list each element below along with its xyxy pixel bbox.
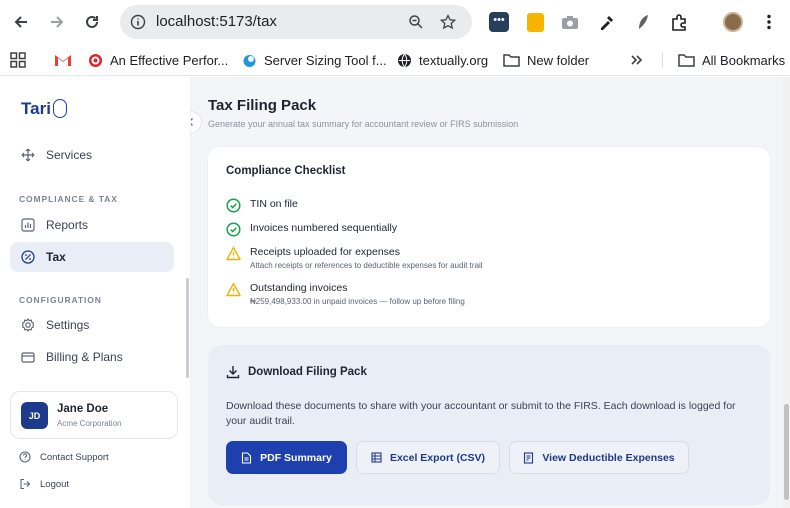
reload-icon bbox=[86, 15, 98, 28]
all-bookmarks[interactable]: All Bookmarks bbox=[678, 51, 785, 69]
credit-card-icon bbox=[21, 352, 35, 363]
user-card[interactable]: JD Jane Doe Acme Corporation bbox=[10, 391, 178, 439]
browser-toolbar: localhost:5173/tax ••• bbox=[0, 0, 790, 44]
sidebar: Tari Services COMPLIANCE & TAX Reports T… bbox=[0, 77, 191, 508]
app-logo[interactable]: Tari bbox=[21, 98, 67, 119]
contact-support-link[interactable]: Contact Support bbox=[19, 451, 109, 463]
more-menu-icon[interactable] bbox=[758, 11, 780, 33]
feather-icon[interactable] bbox=[632, 11, 654, 33]
sidebar-scrollbar[interactable] bbox=[186, 278, 189, 378]
view-deductible-expenses-button[interactable]: View Deductible Expenses bbox=[509, 441, 689, 474]
bookmarks-divider bbox=[662, 52, 663, 68]
back-button[interactable] bbox=[9, 10, 33, 34]
url-text: localhost:5173/tax bbox=[156, 13, 277, 30]
puzzle-icon[interactable] bbox=[668, 11, 690, 33]
page-title: Tax Filing Pack bbox=[208, 97, 317, 114]
check-circle-icon bbox=[226, 198, 241, 213]
arrow-right-icon bbox=[51, 16, 64, 28]
sidebar-item-services[interactable]: Services bbox=[10, 140, 174, 170]
reload-button[interactable] bbox=[80, 10, 104, 34]
bookmarks-bar: An Effective Perfor... Server Sizing Too… bbox=[0, 44, 790, 76]
logout-icon bbox=[20, 478, 31, 490]
gear-icon bbox=[21, 318, 35, 332]
percent-badge-icon bbox=[21, 250, 35, 264]
sidebar-item-settings[interactable]: Settings bbox=[10, 310, 174, 340]
sidebar-item-reports[interactable]: Reports bbox=[10, 210, 174, 240]
folder-icon bbox=[678, 54, 695, 67]
bookmark-1[interactable]: An Effective Perfor... bbox=[88, 51, 228, 69]
check-circle-icon bbox=[226, 222, 241, 237]
checklist-item: TIN on file bbox=[226, 198, 298, 213]
user-org: Acme Corporation bbox=[57, 419, 122, 428]
excel-export-button[interactable]: Excel Export (CSV) bbox=[356, 441, 500, 474]
checklist-item: Invoices numbered sequentially bbox=[226, 222, 397, 237]
checklist-item: Outstanding invoices ₦259,498,933.00 in … bbox=[226, 282, 465, 306]
sidebar-item-tax[interactable]: Tax bbox=[10, 242, 174, 272]
bookmark-3[interactable]: textually.org bbox=[397, 51, 488, 69]
arrow-left-icon bbox=[14, 16, 27, 28]
bar-chart-icon bbox=[21, 218, 35, 232]
folder-icon bbox=[503, 54, 520, 67]
avatar: JD bbox=[21, 402, 48, 429]
page-header: Tax Filing Pack Generate your annual tax… bbox=[191, 77, 790, 143]
bookmark-folder[interactable]: New folder bbox=[503, 51, 589, 69]
warning-triangle-icon bbox=[226, 246, 241, 261]
profile-avatar-icon[interactable] bbox=[722, 11, 744, 33]
extension-dots-icon[interactable]: ••• bbox=[488, 11, 510, 33]
help-circle-icon bbox=[19, 451, 31, 463]
address-bar[interactable]: localhost:5173/tax bbox=[120, 5, 472, 39]
logout-link[interactable]: Logout bbox=[19, 478, 69, 490]
bookmark-2[interactable]: Server Sizing Tool f... bbox=[242, 51, 387, 69]
main-content: Tax Filing Pack Generate your annual tax… bbox=[191, 77, 790, 508]
checklist-title: Compliance Checklist bbox=[226, 165, 346, 177]
table-icon bbox=[371, 452, 382, 463]
camera-icon[interactable] bbox=[559, 11, 581, 33]
warning-triangle-icon bbox=[226, 282, 241, 297]
chevron-left-icon bbox=[191, 118, 193, 126]
compliance-checklist-card: Compliance Checklist TIN on file Invoice… bbox=[208, 147, 770, 327]
globe-icon bbox=[398, 53, 411, 67]
download-description: Download these documents to share with y… bbox=[226, 400, 736, 427]
bookmarks-overflow-icon[interactable] bbox=[631, 51, 643, 69]
download-filing-pack-card: Download Filing Pack Download these docu… bbox=[208, 345, 770, 505]
page-scrollbar-thumb[interactable] bbox=[784, 404, 789, 500]
apps-grid-icon[interactable] bbox=[10, 51, 26, 69]
checklist-item: Receipts uploaded for expenses Attach re… bbox=[226, 246, 483, 270]
document-icon bbox=[242, 451, 252, 464]
download-icon bbox=[226, 366, 240, 379]
section-label-compliance: COMPLIANCE & TAX bbox=[19, 194, 118, 204]
sidebar-item-billing[interactable]: Billing & Plans bbox=[10, 342, 174, 372]
move-icon bbox=[21, 148, 35, 162]
download-title: Download Filing Pack bbox=[226, 365, 367, 379]
eyedropper-icon[interactable] bbox=[596, 11, 618, 33]
drop-icon bbox=[243, 54, 256, 67]
page-subtitle: Generate your annual tax summary for acc… bbox=[208, 119, 519, 129]
pdf-summary-button[interactable]: PDF Summary bbox=[226, 441, 347, 474]
forward-button[interactable] bbox=[45, 10, 69, 34]
logo-mark-icon bbox=[52, 98, 67, 118]
user-name: Jane Doe bbox=[57, 403, 109, 415]
receipt-icon bbox=[524, 451, 534, 464]
zoom-icon[interactable] bbox=[408, 14, 424, 30]
target-icon bbox=[89, 53, 102, 67]
extension-keep-icon[interactable] bbox=[524, 11, 546, 33]
gmail-icon[interactable] bbox=[54, 51, 72, 69]
section-label-configuration: CONFIGURATION bbox=[19, 295, 102, 305]
star-icon[interactable] bbox=[440, 14, 456, 30]
site-info-icon[interactable] bbox=[130, 14, 146, 30]
page-scrollbar[interactable] bbox=[783, 77, 790, 508]
